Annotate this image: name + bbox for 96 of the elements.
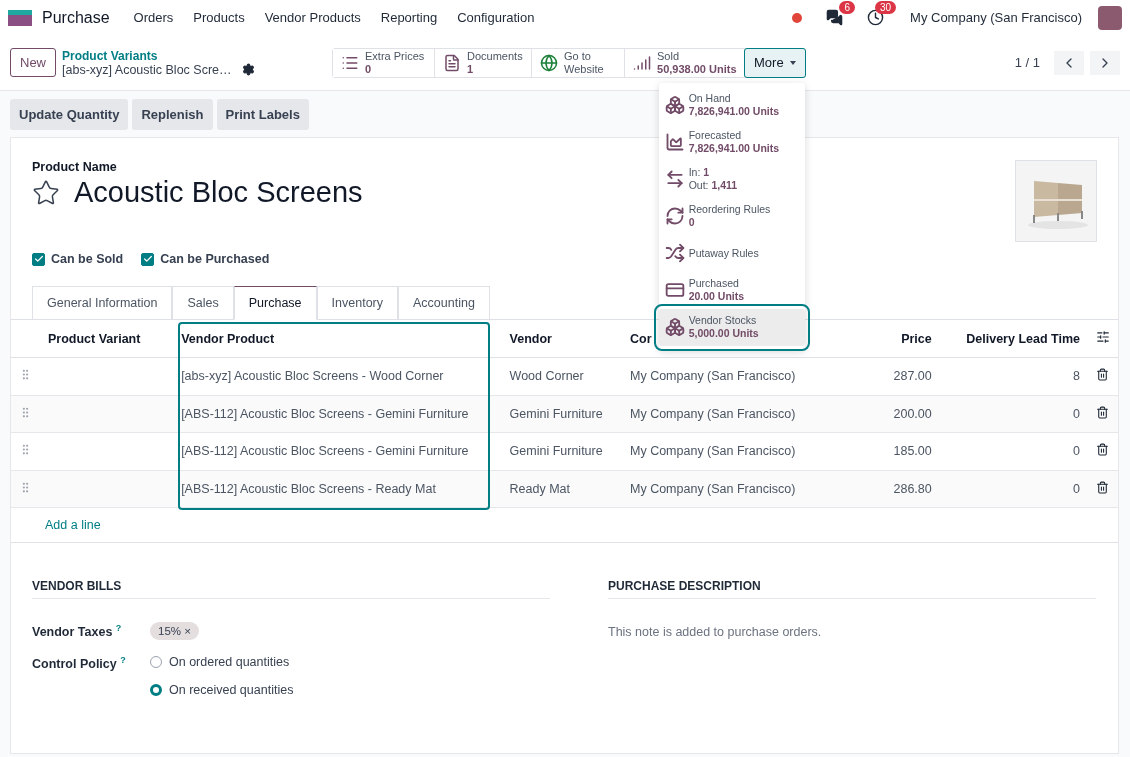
field-label: Vendor Taxes $^{?}$ <box>32 623 123 640</box>
table-cell: 286.80 <box>893 481 932 496</box>
shuffle-icon <box>664 243 685 263</box>
radio-button[interactable] <box>150 656 162 669</box>
bar-chart-icon <box>633 53 651 72</box>
document-icon <box>443 53 461 72</box>
caret-icon <box>789 60 796 65</box>
menu-item[interactable]: Orders <box>125 10 182 25</box>
menu-item[interactable]: Forecasted 7,826,941.00 Units <box>658 123 805 161</box>
column-header[interactable]: Cor <box>630 331 652 346</box>
radio-button[interactable] <box>150 684 162 697</box>
delete-icon[interactable] <box>1096 443 1109 457</box>
column-header[interactable]: Product Variant <box>48 331 141 346</box>
table-cell: Gemini Furniture <box>509 406 603 421</box>
menu-item[interactable]: Vendor Products <box>256 10 369 25</box>
field-label: Control Policy $^{?}$ <box>32 655 127 674</box>
table-cell: My Company (San Francisco) <box>630 444 796 459</box>
checkbox[interactable] <box>141 252 155 266</box>
action-button[interactable]: Print Labels <box>216 99 309 130</box>
delete-icon[interactable] <box>1096 405 1109 419</box>
clock-icon[interactable] <box>867 9 885 26</box>
column-header[interactable]: Delivery Lead Time <box>966 331 1080 346</box>
table-cell: 8 <box>1073 369 1080 384</box>
menu-item[interactable]: On Hand 7,826,941.00 Units <box>658 86 805 124</box>
checkbox-label: Can be Purchased <box>160 252 270 266</box>
app-logo-icon[interactable] <box>8 9 32 26</box>
record-title: [abs-xyz] Acoustic Bloc Scre… <box>62 62 232 77</box>
breadcrumb-link[interactable]: Product Variants <box>62 48 326 63</box>
delete-icon[interactable] <box>1096 368 1109 382</box>
previous-button[interactable] <box>1054 50 1084 75</box>
table-cell: 200.00 <box>893 406 932 421</box>
notification-badge: 30 <box>874 1 897 14</box>
table-cell: 287.00 <box>893 369 932 384</box>
tab[interactable]: Accounting <box>398 286 490 320</box>
table-cell: [ABS-112] Acoustic Bloc Screens - Gemini Furniture <box>181 444 469 459</box>
delete-icon[interactable] <box>1096 480 1109 494</box>
refresh-icon <box>664 206 685 226</box>
tab[interactable]: Purchase <box>233 286 317 320</box>
company-switcher[interactable]: My Company (San Francisco) <box>910 10 1082 25</box>
radio-label: On ordered quantities <box>169 655 290 670</box>
table-cell: Wood Corner <box>509 369 584 384</box>
menu-item[interactable]: Purchased 20.00 Units <box>658 271 805 309</box>
table-cell: My Company (San Francisco) <box>630 406 796 421</box>
action-button[interactable]: Replenish <box>132 99 213 130</box>
field-label: Product Name <box>32 160 118 174</box>
table-cell: Gemini Furniture <box>509 444 603 459</box>
app-name[interactable]: Purchase <box>42 8 110 27</box>
notification-badge: 6 <box>839 1 856 14</box>
table-cell: Ready Mat <box>509 481 571 496</box>
boxes-icon <box>664 95 685 115</box>
pager-text: 1 / 1 <box>1014 55 1040 70</box>
table-cell: 0 <box>1073 481 1080 496</box>
tab[interactable]: Inventory <box>316 286 398 320</box>
credit-card-icon <box>664 280 685 300</box>
tab[interactable]: General Information <box>32 286 173 320</box>
column-header[interactable]: Vendor <box>509 331 552 346</box>
settings-icon[interactable] <box>1096 330 1110 344</box>
checkbox-label: Can be Sold <box>51 252 124 266</box>
boxes-icon <box>664 317 685 337</box>
user-avatar[interactable] <box>1098 5 1122 30</box>
chat-icon[interactable] <box>826 9 844 26</box>
section-title: PURCHASE DESCRIPTION <box>608 579 1096 599</box>
section-title: VENDOR BILLS <box>32 579 550 599</box>
table-cell: [ABS-112] Acoustic Bloc Screens - Ready Mat <box>181 481 436 496</box>
menu-item[interactable]: Configuration <box>449 10 543 25</box>
menu-item[interactable]: Putaway Rules <box>658 234 805 272</box>
table-cell: 0 <box>1073 406 1080 421</box>
settings-icon[interactable] <box>241 63 255 76</box>
area-chart-icon <box>664 132 685 152</box>
menu-item[interactable]: Reordering Rules 0 <box>658 197 805 235</box>
table-cell: 0 <box>1073 444 1080 459</box>
column-header[interactable]: Price <box>901 331 932 346</box>
column-header[interactable]: Vendor Product <box>181 331 275 346</box>
menu-item[interactable]: Products <box>185 10 253 25</box>
table-cell: 185.00 <box>893 444 932 459</box>
tab[interactable]: Sales <box>172 286 234 320</box>
checkbox[interactable] <box>32 252 45 266</box>
new-button[interactable]: New <box>10 48 56 77</box>
globe-icon <box>540 53 558 72</box>
table-cell: [ABS-112] Acoustic Bloc Screens - Gemini Furniture <box>181 406 469 421</box>
radio-label: On received quantities <box>169 683 294 698</box>
status-dot[interactable] <box>792 12 803 23</box>
next-button[interactable] <box>1090 50 1120 75</box>
action-button[interactable]: Update Quantity <box>10 99 129 130</box>
product-name[interactable]: Acoustic Bloc Screens <box>74 176 363 209</box>
description-field[interactable]: This note is added to purchase orders. <box>608 625 1096 639</box>
add-line-link[interactable]: Add a line <box>11 508 1118 543</box>
tax-tag[interactable]: 15% × <box>150 622 199 640</box>
star-icon[interactable] <box>32 178 60 207</box>
stat-button[interactable]: Extra Prices 0 <box>333 48 435 77</box>
more-button[interactable]: More <box>744 47 806 78</box>
menu-item[interactable]: Reporting <box>372 10 446 25</box>
menu-item[interactable]: In: 1 Out: 1,411 <box>658 160 805 198</box>
table-cell: My Company (San Francisco) <box>630 369 796 384</box>
table-cell: [abs-xyz] Acoustic Bloc Screens - Wood Corner <box>181 369 444 384</box>
table-cell: My Company (San Francisco) <box>630 481 796 496</box>
